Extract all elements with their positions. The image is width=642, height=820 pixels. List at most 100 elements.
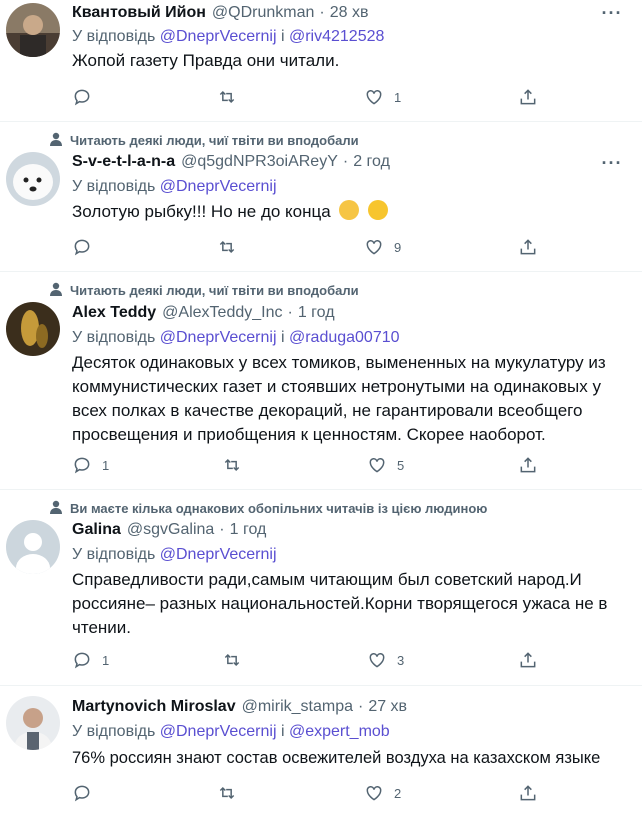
author-name[interactable]: Alex Teddy xyxy=(72,304,156,322)
like-icon xyxy=(369,457,385,473)
reply-to: У відповідь @DneprVecernij і @riv4212528 xyxy=(72,28,384,46)
reply-to: У відповідь @DneprVecernij і @expert_mob xyxy=(72,723,390,741)
reply-to-label: У відповідь xyxy=(72,28,156,45)
like-count: 2 xyxy=(394,785,402,801)
tweet-text: Справедливости ради,самым читающим был с… xyxy=(72,568,632,640)
person-icon xyxy=(40,132,62,149)
separator-dot: · xyxy=(357,698,364,715)
retweet-button[interactable] xyxy=(217,235,237,259)
reply-button[interactable]: 1 xyxy=(72,453,109,477)
reply-to: У відповідь @DneprVecernij xyxy=(72,178,277,196)
tweet-text-line: Справедливости ради,самым читающим был с… xyxy=(72,570,582,589)
separator-dot: · xyxy=(219,521,225,538)
tweet-text-line: чтении. xyxy=(72,618,132,637)
author-handle[interactable]: @sgvGalina xyxy=(127,521,214,539)
avatar[interactable] xyxy=(6,520,60,574)
social-context: Читають деякі люди, чиї твіти ви вподоба… xyxy=(40,132,359,149)
emoji-thinking-face-icon xyxy=(368,200,389,220)
retweet-button[interactable] xyxy=(217,781,237,805)
reply-button[interactable]: 1 xyxy=(72,648,109,672)
person-icon xyxy=(40,282,62,299)
like-count: 1 xyxy=(394,89,402,105)
reply-to-label: У відповідь xyxy=(72,723,156,740)
reply-icon xyxy=(74,89,90,106)
timestamp[interactable]: 2 год xyxy=(353,153,390,171)
reply-icon xyxy=(74,457,90,474)
tweet[interactable]: Ви маєте кілька однакових обопільних чит… xyxy=(0,490,642,686)
tweet-header: Martynovich Miroslav @mirik_stampa · 27 … xyxy=(72,698,602,716)
mention-link[interactable]: @DneprVecernij xyxy=(160,546,277,563)
like-button[interactable]: 5 xyxy=(367,453,404,477)
reply-icon xyxy=(74,239,90,256)
avatar[interactable] xyxy=(6,3,60,57)
reply-button[interactable] xyxy=(72,781,92,805)
author-name[interactable]: S-v-e-t-l-a-n-a xyxy=(72,153,175,171)
author-handle[interactable]: @AlexTeddy_Inc xyxy=(162,304,282,322)
retweet-icon xyxy=(224,653,240,667)
author-name[interactable]: Galina xyxy=(72,521,121,539)
retweet-button[interactable] xyxy=(217,85,237,109)
more-icon[interactable]: ··· xyxy=(600,4,624,28)
like-button[interactable]: 9 xyxy=(364,235,401,259)
timestamp[interactable]: 1 год xyxy=(298,304,335,322)
share-button[interactable] xyxy=(518,85,538,109)
tweet-text-line: россияне– разных национальностей.Корни т… xyxy=(72,594,608,613)
tweet-text: 76% россиян знают состав освежителей воз… xyxy=(72,749,601,767)
mention-link[interactable]: @DneprVecernij xyxy=(160,723,277,740)
avatar[interactable] xyxy=(6,152,60,206)
author-handle[interactable]: @q5gdNPR3oiAReyY xyxy=(181,153,338,171)
mention-link[interactable]: @DneprVecernij xyxy=(160,178,277,195)
social-context: Читають деякі люди, чиї твіти ви вподоба… xyxy=(40,282,359,299)
author-handle[interactable]: @QDrunkman xyxy=(212,4,315,22)
retweet-button[interactable] xyxy=(222,453,242,477)
mention-separator: і xyxy=(280,28,285,45)
more-icon[interactable]: ··· xyxy=(600,154,624,178)
reply-button[interactable] xyxy=(72,235,92,259)
retweet-icon xyxy=(224,458,240,472)
timestamp[interactable]: 28 хв xyxy=(330,4,369,22)
reply-to: У відповідь @DneprVecernij xyxy=(72,546,277,564)
tweet-actions: 9 xyxy=(0,235,642,259)
author-name[interactable]: Martynovich Miroslav xyxy=(72,698,236,716)
mention-link[interactable]: @DneprVecernij xyxy=(160,329,277,346)
tweet-actions: 1 3 xyxy=(0,648,642,672)
mention-separator: і xyxy=(280,723,285,740)
tweet-actions: 1 xyxy=(0,85,642,109)
share-button[interactable] xyxy=(518,781,538,805)
mention-separator: і xyxy=(280,329,285,346)
like-icon xyxy=(366,239,382,255)
avatar[interactable] xyxy=(6,302,60,356)
retweet-icon xyxy=(219,786,235,800)
share-icon xyxy=(520,89,536,105)
like-button[interactable]: 2 xyxy=(364,781,401,805)
share-button[interactable] xyxy=(518,648,538,672)
like-icon xyxy=(366,785,382,801)
tweet[interactable]: Квантовый Ийон @QDrunkman · 28 хв ··· У … xyxy=(0,0,642,122)
mention-link[interactable]: @DneprVecernij xyxy=(160,28,277,45)
share-button[interactable] xyxy=(518,235,538,259)
tweet-header: Квантовый Ийон @QDrunkman · 28 хв xyxy=(72,4,602,22)
timestamp[interactable]: 1 год xyxy=(230,521,267,539)
tweet-text-line: Десяток одинаковых у всех томиков, вымен… xyxy=(72,353,606,372)
reply-icon xyxy=(74,785,90,802)
emoji-person-icon xyxy=(339,200,360,220)
timestamp[interactable]: 27 хв xyxy=(368,698,407,716)
retweet-button[interactable] xyxy=(222,648,242,672)
mention-link[interactable]: @riv4212528 xyxy=(289,28,384,45)
share-button[interactable] xyxy=(518,453,538,477)
like-button[interactable]: 3 xyxy=(367,648,404,672)
mention-link[interactable]: @expert_mob xyxy=(289,723,390,740)
reply-button[interactable] xyxy=(72,85,92,109)
avatar[interactable] xyxy=(6,696,60,750)
mention-link[interactable]: @raduga00710 xyxy=(289,329,400,346)
reply-to-label: У відповідь xyxy=(72,178,156,195)
author-handle[interactable]: @mirik_stampa xyxy=(242,698,353,716)
like-button[interactable]: 1 xyxy=(364,85,401,109)
author-name[interactable]: Квантовый Ийон xyxy=(72,4,206,22)
tweet[interactable]: Читають деякі люди, чиї твіти ви вподоба… xyxy=(0,122,642,272)
tweet[interactable]: Читають деякі люди, чиї твіти ви вподоба… xyxy=(0,272,642,490)
reply-count: 1 xyxy=(102,652,110,668)
reply-count: 1 xyxy=(102,457,110,473)
reply-icon xyxy=(74,652,90,669)
tweet[interactable]: Martynovich Miroslav @mirik_stampa · 27 … xyxy=(0,686,642,820)
